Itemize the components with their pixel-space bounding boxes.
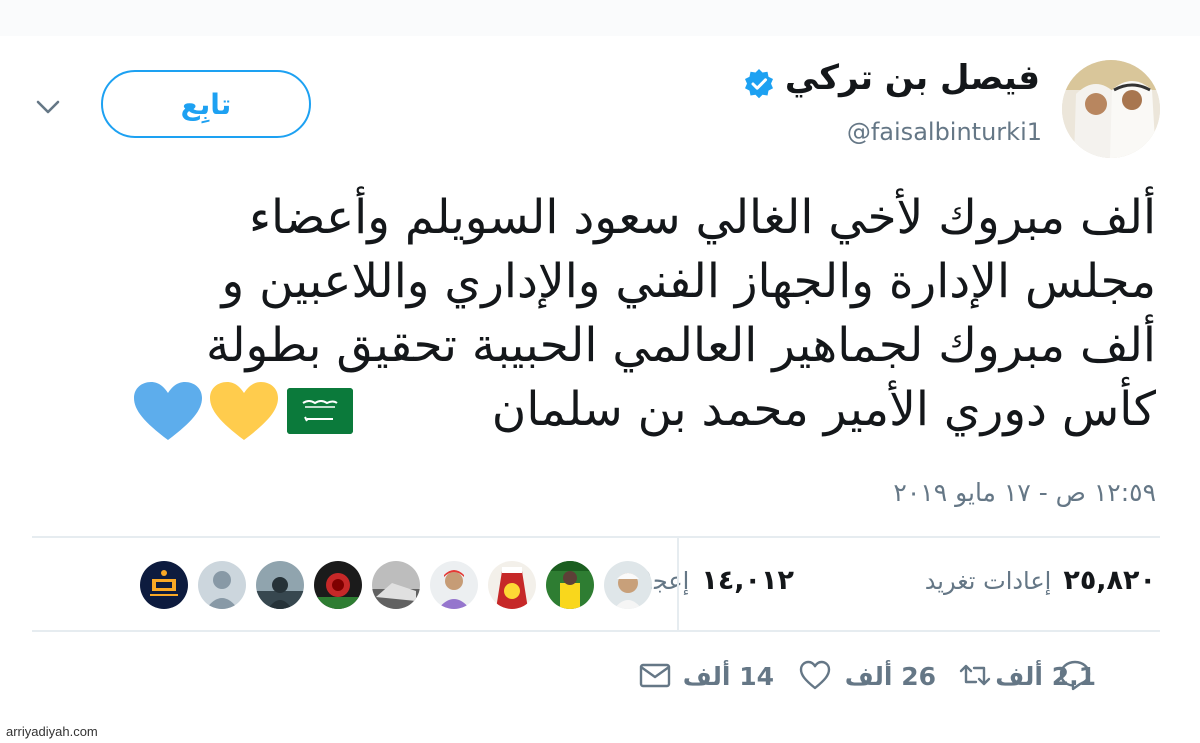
retweets-label: إعادات تغريد <box>924 567 1052 595</box>
liker-avatar[interactable] <box>602 559 654 611</box>
divider <box>32 630 1160 632</box>
follow-button[interactable]: تابِع <box>101 70 311 138</box>
liker-avatar[interactable] <box>544 559 596 611</box>
retweet-action[interactable] <box>958 658 992 692</box>
author-avatar[interactable] <box>1062 60 1160 158</box>
top-strip <box>0 0 1200 36</box>
saudi-flag-icon <box>287 388 353 434</box>
retweet-icon <box>959 664 991 686</box>
likes-count: ١٤,٠١٢ <box>701 565 794 596</box>
tweet-line: مجلس الإدارة والجهاز الفني والإداري والل… <box>221 254 1156 309</box>
liker-avatar[interactable] <box>138 559 190 611</box>
mail-icon <box>639 663 671 688</box>
retweets-count: ٢٥,٨٢٠ <box>1063 565 1156 596</box>
message-action[interactable] <box>638 658 672 692</box>
like-count: 14 ألف <box>682 662 774 691</box>
watermark: arriyadiyah.com <box>6 724 98 739</box>
retweet-count: 26 ألف <box>844 662 936 691</box>
yellow-heart-icon <box>210 382 278 440</box>
divider <box>32 536 1160 538</box>
like-action[interactable] <box>798 658 832 692</box>
blue-heart-icon <box>134 382 202 440</box>
retweets-stat[interactable]: ٢٥,٨٢٠ إعادات تغريد <box>925 565 1156 596</box>
tweet-timestamp[interactable]: ١٢:٥٩ ص - ١٧ مايو ٢٠١٩ <box>893 478 1156 507</box>
liker-avatar[interactable] <box>312 559 364 611</box>
tweet-line: ألف مبروك لجماهير العالمي الحبيبة تحقيق … <box>206 318 1156 373</box>
tweet-line: ألف مبروك لأخي الغالي سعود السويلم وأعضا… <box>248 190 1156 245</box>
liker-avatar[interactable] <box>428 559 480 611</box>
reply-count: 2.1 ألف <box>995 662 1096 691</box>
liker-avatar[interactable] <box>254 559 306 611</box>
author-name[interactable]: فيصل بن تركي <box>785 58 1040 98</box>
liker-avatar[interactable] <box>370 559 422 611</box>
liker-avatar[interactable] <box>196 559 248 611</box>
chevron-down-icon[interactable] <box>32 96 64 120</box>
liker-avatar[interactable] <box>486 559 538 611</box>
author-handle[interactable]: @faisalbinturki1 <box>847 118 1042 146</box>
heart-icon <box>799 660 831 690</box>
stats-divider <box>677 538 679 630</box>
verified-badge-icon <box>745 69 773 99</box>
